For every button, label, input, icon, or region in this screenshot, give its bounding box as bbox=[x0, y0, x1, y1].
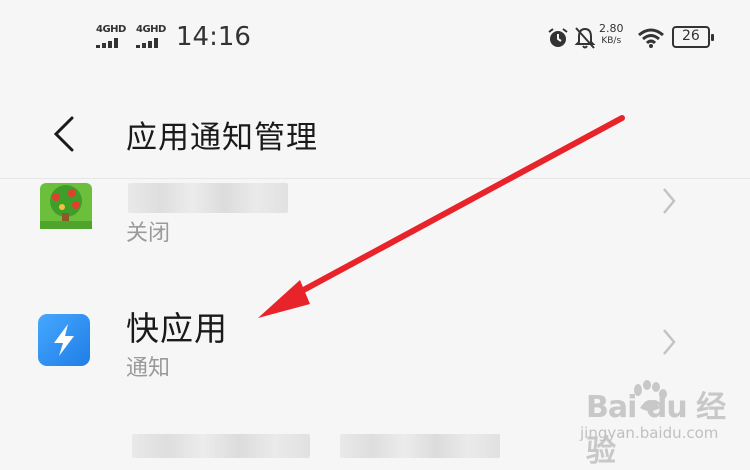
app-name-blurred bbox=[132, 434, 310, 458]
network-type-label: 4GHD bbox=[136, 24, 166, 35]
signal-1: 4GHD bbox=[96, 24, 134, 48]
nav-bar bbox=[0, 88, 750, 178]
game-app-icon bbox=[40, 183, 92, 229]
status-bar: 4GHD 4GHD 14:16 2.80 KB/s 26 bbox=[0, 0, 750, 70]
list-item[interactable]: 关闭 bbox=[0, 178, 750, 267]
battery-level: 26 bbox=[682, 28, 700, 44]
page-title: 应用通知管理 bbox=[126, 120, 318, 156]
app-name-blurred bbox=[128, 183, 288, 213]
network-type-label: 4GHD bbox=[96, 24, 126, 35]
signal-bars-icon bbox=[96, 38, 130, 48]
app-name-blurred bbox=[340, 434, 500, 458]
signal-2: 4GHD bbox=[136, 24, 174, 48]
app-name: 快应用 bbox=[126, 309, 228, 348]
clock: 14:16 bbox=[176, 22, 251, 52]
watermark-url: jingyan.baidu.com bbox=[580, 424, 719, 442]
baidu-jingyan-watermark: Bai du 经验 jingyan.baidu.com bbox=[572, 378, 742, 469]
wifi-icon bbox=[638, 28, 664, 48]
signal-bars-icon bbox=[136, 38, 170, 48]
chevron-right-icon bbox=[663, 329, 676, 355]
notifications-off-icon bbox=[574, 27, 596, 49]
alarm-icon bbox=[548, 28, 568, 47]
notification-status: 通知 bbox=[126, 356, 171, 381]
notification-status: 关闭 bbox=[126, 221, 171, 246]
chevron-right-icon bbox=[663, 188, 676, 214]
list-item-quick-app[interactable]: 快应用 通知 bbox=[0, 280, 750, 392]
network-speed: 2.80 KB/s bbox=[599, 23, 624, 47]
speed-unit: KB/s bbox=[601, 36, 622, 46]
speed-value: 2.80 bbox=[599, 22, 624, 35]
chevron-left-icon[interactable] bbox=[44, 114, 84, 154]
quick-app-icon bbox=[38, 314, 90, 366]
battery-icon: 26 bbox=[672, 26, 714, 48]
